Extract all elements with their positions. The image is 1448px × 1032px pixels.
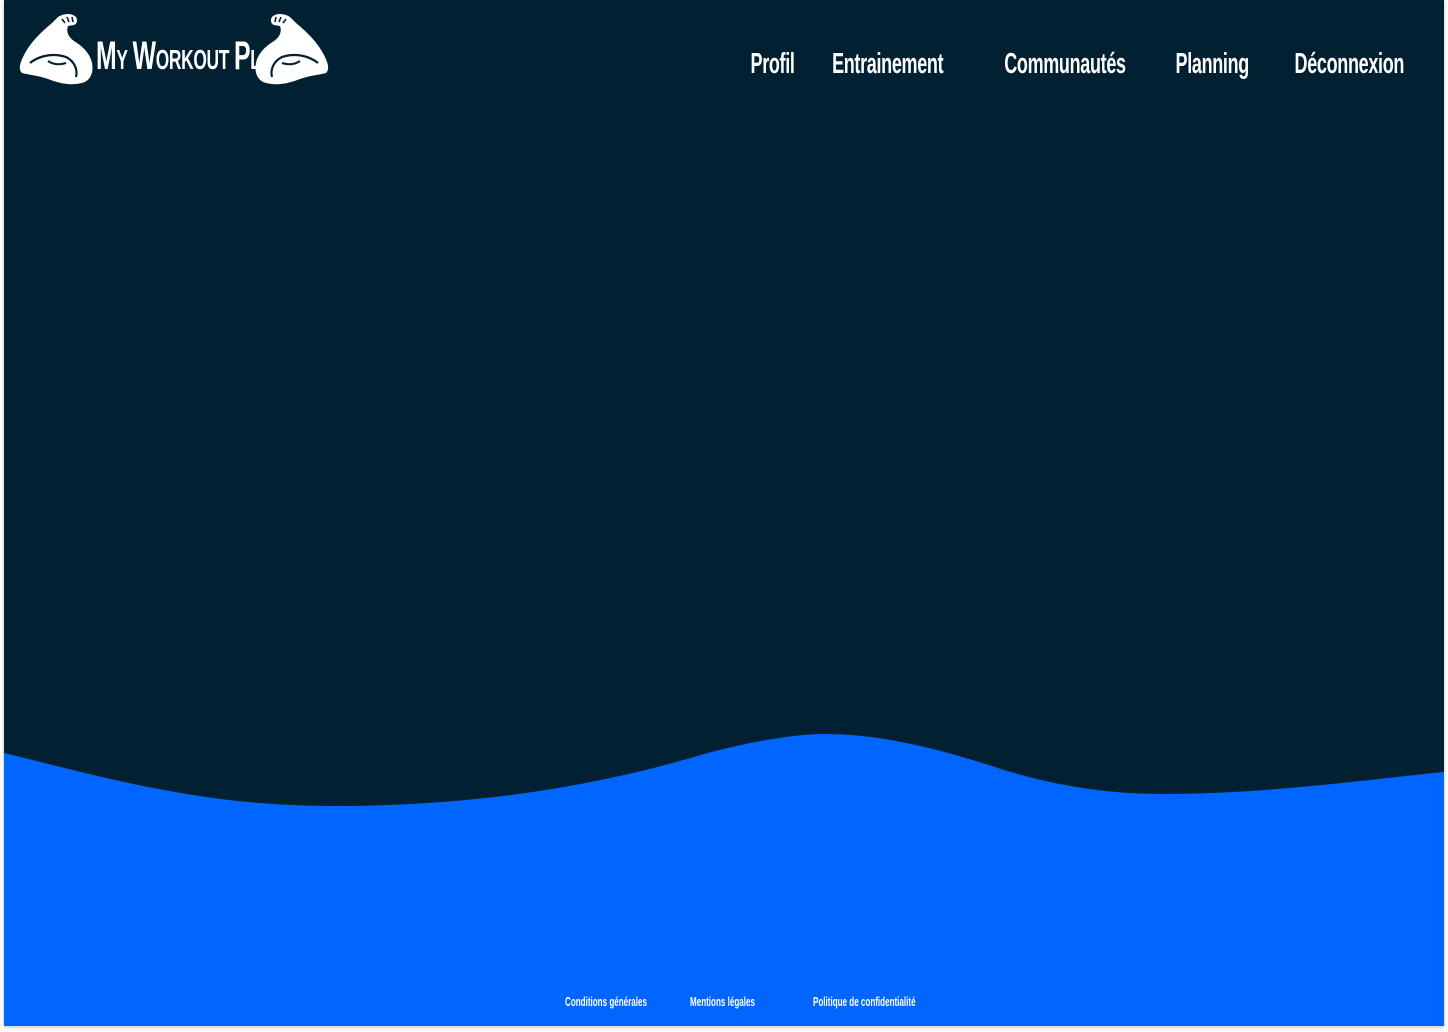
page-frame: MYWORKOUTPLAN Profil Entrainement Commun… <box>4 0 1444 1026</box>
nav-profil[interactable]: Profil <box>750 48 794 81</box>
main-nav: Profil Entrainement Communautés Planning… <box>750 48 1416 81</box>
logo-text: MYWORKOUTPLAN <box>96 34 285 78</box>
footer-wave <box>4 734 1444 1026</box>
footer-link-conditions[interactable]: Conditions générales <box>565 994 647 1009</box>
nav-communautes[interactable]: Communautés <box>1004 48 1126 81</box>
footer-link-politique[interactable]: Politique de confidentialité <box>813 994 916 1009</box>
footer-links: Conditions générales Mentions légales Po… <box>4 994 1444 1014</box>
nav-deconnexion[interactable]: Déconnexion <box>1295 48 1405 81</box>
site-logo[interactable]: MYWORKOUTPLAN <box>18 8 330 90</box>
footer-link-mentions[interactable]: Mentions légales <box>690 994 755 1009</box>
flexed-arm-icon <box>18 11 94 87</box>
nav-planning[interactable]: Planning <box>1175 48 1249 81</box>
nav-entrainement[interactable]: Entrainement <box>832 48 943 81</box>
flexed-arm-icon <box>254 11 330 87</box>
